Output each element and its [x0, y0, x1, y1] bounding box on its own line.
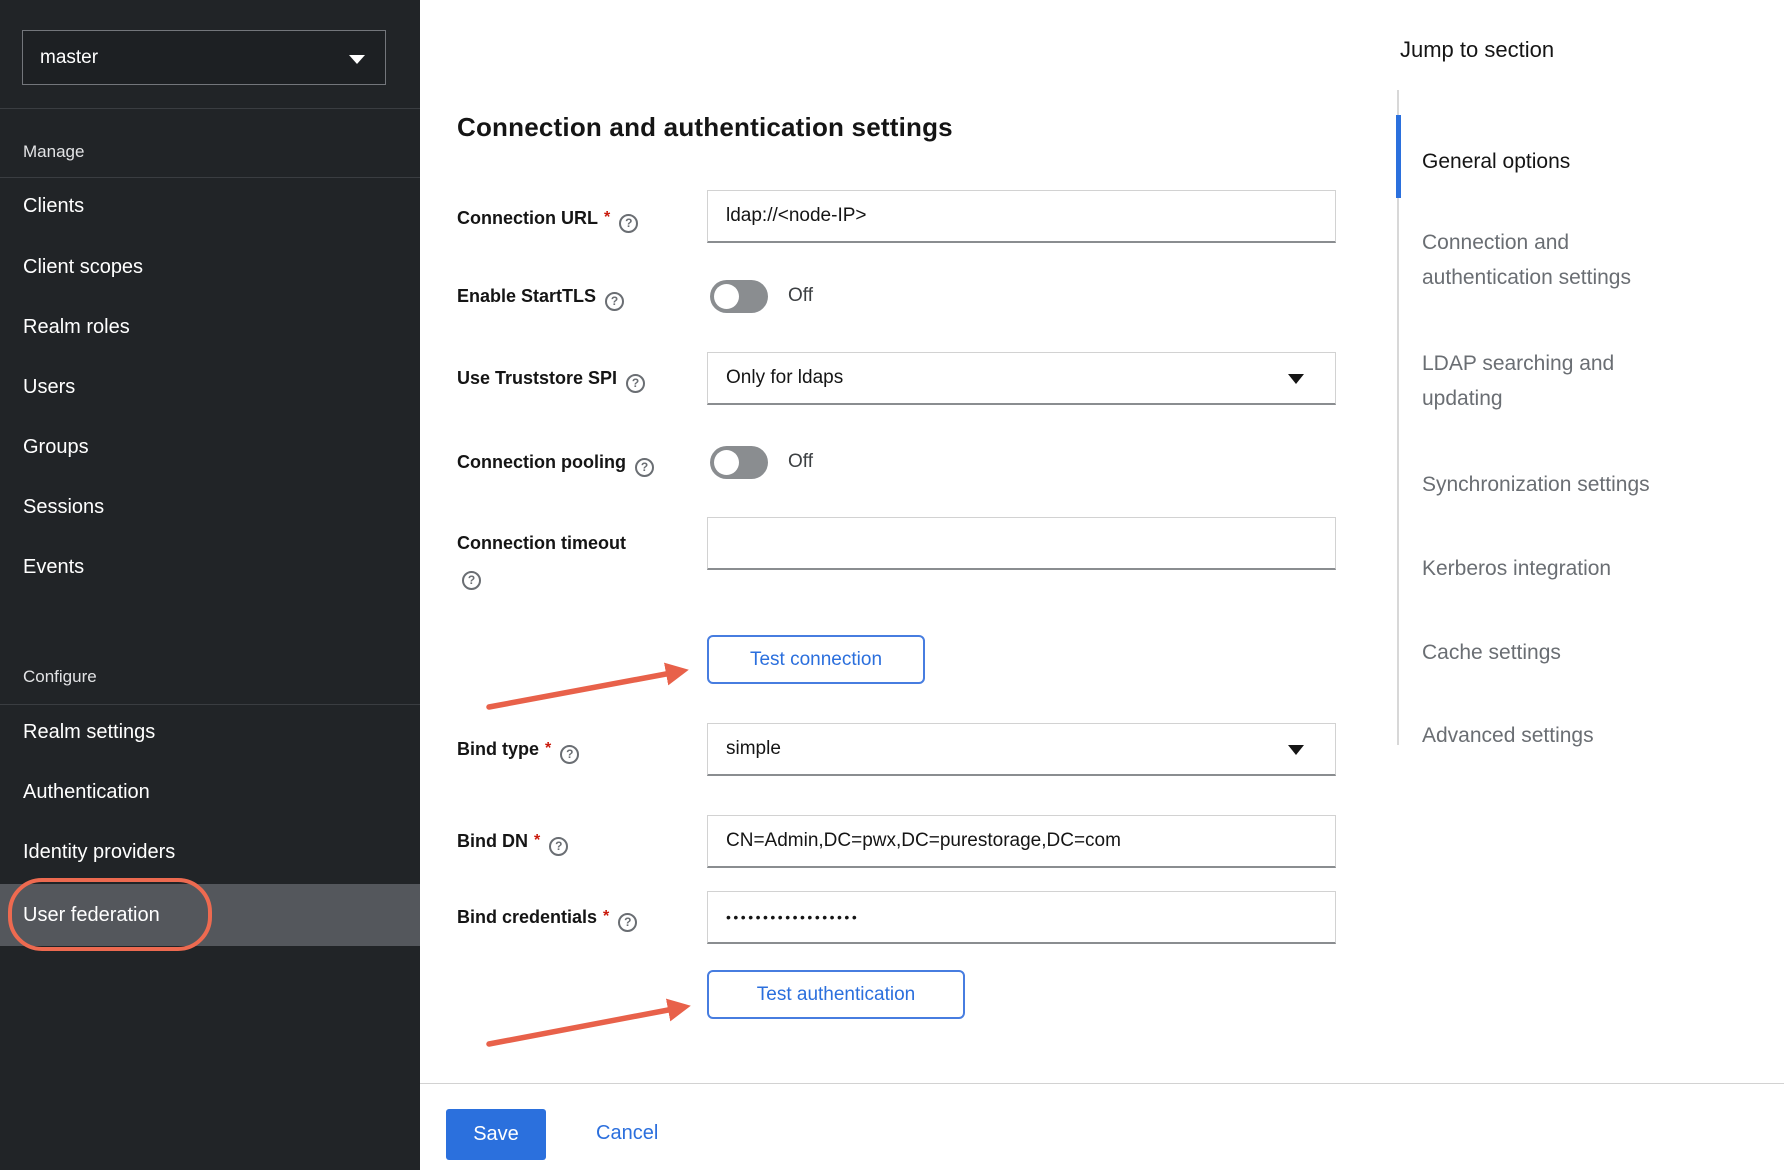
arrow-to-test-connection [489, 671, 682, 707]
required-asterisk: * [603, 908, 609, 925]
sidebar-item-user-federation[interactable]: User federation [0, 884, 420, 946]
help-icon[interactable]: ? [605, 292, 624, 311]
realm-selector[interactable]: master [22, 30, 386, 85]
sidebar-item-realm-settings[interactable]: Realm settings [0, 721, 420, 751]
help-icon[interactable]: ? [462, 571, 481, 590]
page-title: Connection and authentication settings [457, 112, 953, 143]
arrow-to-test-authentication [489, 1007, 684, 1044]
sidebar-item-events[interactable]: Events [0, 556, 420, 586]
required-asterisk: * [545, 740, 551, 757]
toggle-knob [714, 284, 739, 309]
jump-item-ldap-searching[interactable]: LDAP searching and updating [1422, 346, 1672, 416]
bind-dn-label: Bind DN*? [457, 830, 568, 856]
help-icon[interactable]: ? [635, 458, 654, 477]
required-asterisk: * [604, 209, 610, 226]
sidebar-item-groups[interactable]: Groups [0, 436, 420, 466]
sidebar-group-manage: Manage [23, 142, 84, 162]
help-icon[interactable]: ? [618, 913, 637, 932]
bind-dn-input[interactable] [707, 815, 1336, 868]
caret-down-icon [1288, 745, 1304, 755]
help-icon[interactable]: ? [549, 837, 568, 856]
connection-pooling-label: Connection pooling? [457, 451, 654, 477]
bind-type-label: Bind type*? [457, 738, 579, 764]
sidebar-item-realm-roles[interactable]: Realm roles [0, 316, 420, 346]
chevron-down-icon [349, 55, 365, 64]
sidebar-item-clients[interactable]: Clients [0, 195, 420, 225]
toggle-knob [714, 450, 739, 475]
jump-item-kerberos[interactable]: Kerberos integration [1422, 551, 1672, 586]
sidebar: master Manage Clients Client scopes Real… [0, 0, 420, 1170]
help-icon[interactable]: ? [619, 214, 638, 233]
jump-item-advanced[interactable]: Advanced settings [1422, 718, 1672, 753]
connection-timeout-input[interactable] [707, 517, 1336, 570]
test-authentication-button[interactable]: Test authentication [707, 970, 965, 1019]
connection-pooling-toggle[interactable] [710, 446, 768, 479]
connection-url-input[interactable] [707, 190, 1336, 243]
sidebar-divider [0, 704, 420, 705]
enable-starttls-state: Off [788, 285, 813, 307]
jump-item-synchronization[interactable]: Synchronization settings [1422, 467, 1672, 502]
jump-active-indicator [1396, 115, 1401, 198]
keycloak-admin-console: master Manage Clients Client scopes Real… [0, 0, 1784, 1170]
sidebar-group-configure: Configure [23, 667, 97, 687]
sidebar-item-users[interactable]: Users [0, 376, 420, 406]
help-icon[interactable]: ? [626, 374, 645, 393]
sidebar-item-authentication[interactable]: Authentication [0, 781, 420, 811]
truststore-spi-label: Use Truststore SPI? [457, 367, 645, 393]
cancel-link[interactable]: Cancel [596, 1122, 658, 1145]
jump-heading: Jump to section [1400, 37, 1554, 63]
help-icon[interactable]: ? [560, 745, 579, 764]
bind-credentials-input[interactable] [707, 891, 1336, 944]
jump-item-general-options[interactable]: General options [1422, 144, 1672, 179]
sidebar-item-client-scopes[interactable]: Client scopes [0, 256, 420, 286]
jump-item-connection-authentication[interactable]: Connection and authentication settings [1422, 225, 1672, 295]
realm-selector-value: master [40, 47, 98, 68]
required-asterisk: * [534, 832, 540, 849]
test-connection-button[interactable]: Test connection [707, 635, 925, 684]
save-button[interactable]: Save [446, 1109, 546, 1160]
sidebar-divider [0, 177, 420, 178]
caret-down-icon [1288, 374, 1304, 384]
connection-timeout-label: Connection timeout [457, 532, 626, 554]
footer-divider [420, 1083, 1784, 1084]
sidebar-item-identity-providers[interactable]: Identity providers [0, 841, 420, 871]
connection-url-label: Connection URL*? [457, 207, 638, 233]
sidebar-item-sessions[interactable]: Sessions [0, 496, 420, 526]
bind-credentials-label: Bind credentials*? [457, 906, 637, 932]
sidebar-divider [0, 108, 420, 109]
connection-pooling-state: Off [788, 451, 813, 473]
jump-item-cache[interactable]: Cache settings [1422, 635, 1672, 670]
enable-starttls-label: Enable StartTLS? [457, 285, 624, 311]
enable-starttls-toggle[interactable] [710, 280, 768, 313]
truststore-spi-select[interactable]: Only for ldaps [707, 352, 1336, 405]
bind-type-select[interactable]: simple [707, 723, 1336, 776]
